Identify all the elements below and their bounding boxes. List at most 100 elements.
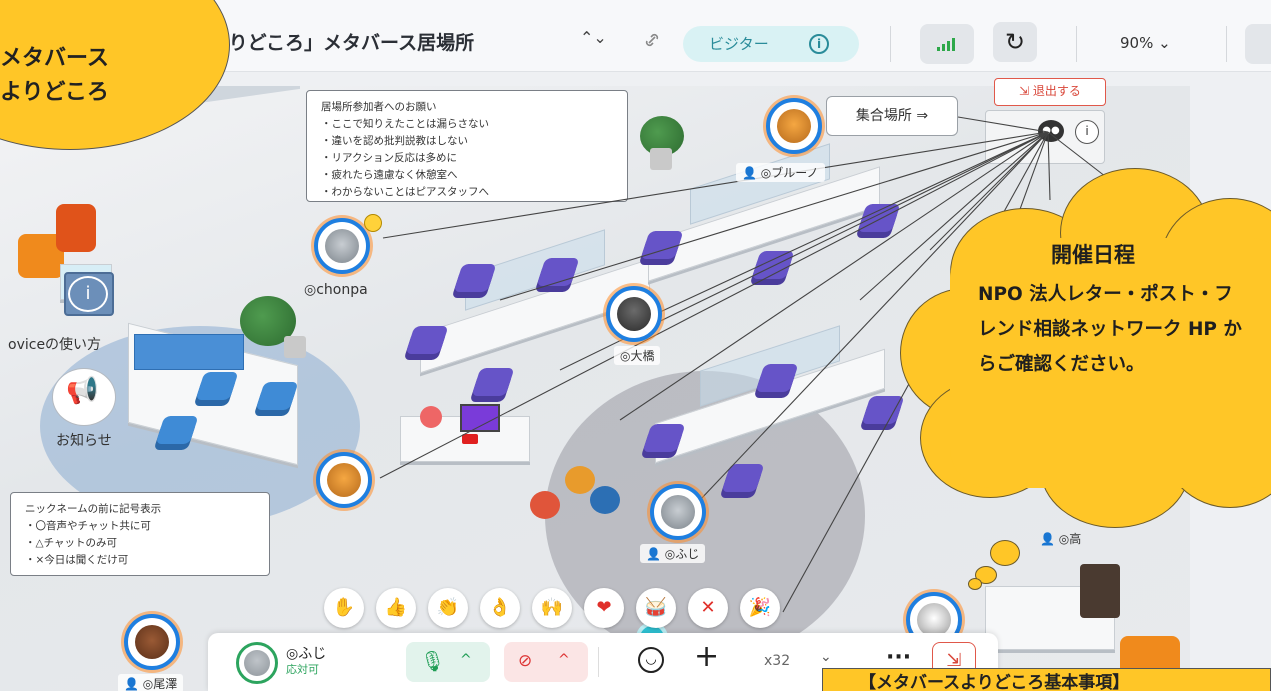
divider (1076, 26, 1077, 62)
info-icon[interactable]: i (1075, 120, 1099, 144)
rules-note-line: ・ここで知りえたことは漏らさない (321, 118, 489, 130)
announcement-label[interactable]: お知らせ (56, 430, 112, 450)
party-popper-reaction-button[interactable]: 🎉 (740, 588, 780, 628)
avatar-name[interactable]: ◎大橋 (614, 346, 661, 365)
visitor-badge[interactable]: ビジター i (683, 26, 859, 62)
basic-info-banner: 【メタバースよりどころ基本事項】 (822, 668, 1271, 691)
group-icon[interactable]: ●● (1038, 120, 1064, 142)
heart-reaction-button[interactable]: ❤ (584, 588, 624, 628)
room-switch-chevron-icon[interactable]: ⌃⌄ (580, 28, 607, 47)
drum-reaction-button[interactable]: 🥁 (636, 588, 676, 628)
stool (590, 486, 620, 514)
rules-note-line: ・違いを認め批判説教はしない (321, 135, 468, 147)
nickname-note-line: ニックネームの前に記号表示 (25, 503, 162, 515)
raise-hand-reaction-button[interactable]: ✋ (324, 588, 364, 628)
rules-note-line: ・リアクション反応は多めに (321, 152, 457, 164)
koala-avatar-icon (325, 229, 359, 263)
nickname-note-line: ・△チャットのみ可 (25, 537, 117, 549)
cloud-tail-bubble (968, 578, 982, 590)
meeting-point-label[interactable]: 集合場所 ⇒ (826, 96, 958, 136)
stool (530, 491, 560, 519)
microphone-toggle-button[interactable]: 🎙 ^ (406, 642, 490, 682)
celebrate-hands-reaction-button[interactable]: 🙌 (532, 588, 572, 628)
camera-off-icon: ⊘ (518, 651, 533, 671)
avatar-name[interactable]: 👤 ◎尾澤 (118, 674, 184, 691)
avatar[interactable] (650, 484, 706, 540)
schedule-body: NPO 法人レター・ポスト・フレンド相談ネットワーク HP からご確認ください。 (978, 284, 1242, 375)
clap-reaction-button[interactable]: 👏 (428, 588, 468, 628)
video-icon (462, 434, 478, 444)
camera-toggle-button[interactable]: ⊘ ^ (504, 642, 588, 682)
app-root: よりどころ」メタバース居場所 ⌃⌄ ビジター i ↻ 90% ⌄ i ovice… (0, 0, 1271, 691)
avatar-name-text: ◎尾澤 (142, 677, 178, 691)
rules-note-line: 居場所参加者へのお願い (321, 101, 437, 113)
exit-icon: ⇲ (1019, 84, 1033, 98)
sofa (56, 204, 96, 252)
nickname-legend-note: ニックネームの前に記号表示 ・〇音声やチャット共に可 ・△チャットのみ可 ・×今… (10, 492, 270, 576)
emoji-reaction-button[interactable]: ◡ (638, 647, 664, 673)
rules-note-line: ・疲れたら遠慮なく休憩室へ (321, 169, 458, 181)
mic-options-chevron[interactable]: ^ (460, 652, 472, 668)
photo-avatar-icon (617, 297, 651, 331)
thumbs-up-reaction-button[interactable]: 👍 (376, 588, 416, 628)
avatar[interactable] (124, 614, 180, 670)
info-icon[interactable]: i (809, 34, 829, 54)
ovice-guide-label[interactable]: oviceの使い方 (8, 334, 101, 354)
signal-bar-icon (937, 47, 940, 51)
exit-room-label: 退出する (1032, 84, 1081, 98)
divider (890, 26, 891, 62)
monitor (460, 404, 500, 432)
office-chair (1080, 564, 1120, 618)
planter-box (134, 334, 244, 370)
emoji-status-icon (364, 214, 382, 232)
schedule-text: 開催日程 NPO 法人レター・ポスト・フレンド相談ネットワーク HP からご確認… (978, 238, 1248, 382)
tiger-avatar-icon (777, 109, 811, 143)
speaker-count[interactable]: x32 (764, 653, 790, 669)
avatar-name[interactable]: 👤 ◎ブルーノ (736, 163, 825, 182)
deer-avatar-icon (135, 625, 169, 659)
toolbar-divider (598, 647, 599, 677)
avatar-name-text: ◎ふじ (664, 547, 700, 561)
add-button[interactable]: + (694, 639, 719, 674)
chevron-down-icon[interactable]: ⌄ (820, 649, 832, 665)
megaphone-icon: 📢 (66, 376, 99, 406)
avatar[interactable] (314, 218, 370, 274)
cross-reaction-button[interactable]: ✕ (688, 588, 728, 628)
my-avatar[interactable] (236, 642, 278, 684)
avatar-name-text: ◎ブルーノ (760, 166, 819, 180)
signal-bar-icon (947, 41, 950, 51)
plant-pot (284, 336, 306, 358)
schedule-cloud-callout: 開催日程 NPO 法人レター・ポスト・フレンド相談ネットワーク HP からご確認… (890, 168, 1271, 558)
connection-signal-button[interactable] (920, 24, 974, 64)
panda-avatar-icon (917, 603, 951, 637)
my-status[interactable]: 応対可 (286, 661, 319, 677)
avatar[interactable] (606, 286, 662, 342)
plant-pot (650, 148, 672, 170)
avatar[interactable] (766, 98, 822, 154)
exit-room-button[interactable]: ⇲ 退出する (994, 78, 1106, 106)
title-callout-text: メタバース よりどころ (0, 46, 109, 105)
cloud-tail-bubble (990, 540, 1020, 566)
ok-hand-reaction-button[interactable]: 👌 (480, 588, 520, 628)
avatar[interactable] (316, 452, 372, 508)
my-name: ◎ふじ (286, 646, 327, 662)
avatar-name[interactable]: 👤 ◎ふじ (640, 544, 706, 563)
right-menu-button[interactable] (1245, 24, 1271, 64)
koala-avatar-icon (244, 650, 270, 676)
nickname-note-line: ・×今日は聞くだけ可 (25, 554, 129, 566)
more-options-button[interactable]: ··· (886, 645, 911, 670)
stool (565, 466, 595, 494)
camera-options-chevron[interactable]: ^ (558, 652, 570, 668)
rules-note-line: ・わからないことはピアスタッフへ (321, 186, 489, 198)
zoom-select[interactable]: 90% ⌄ (1120, 34, 1171, 52)
koala-avatar-icon (661, 495, 695, 529)
info-icon: i (68, 276, 108, 312)
microphone-icon: 🎙 (420, 649, 446, 673)
nickname-note-line: ・〇音声やチャット共に可 (25, 520, 151, 532)
room-title: よりどころ」メタバース居場所 (210, 32, 475, 54)
reload-button[interactable]: ↻ (993, 22, 1037, 62)
rules-note: 居場所参加者へのお願い ・ここで知りえたことは漏らさない ・違いを認め批判説教は… (306, 90, 628, 202)
divider (1226, 26, 1227, 62)
link-icon[interactable] (640, 30, 664, 50)
avatar-name[interactable]: ◎chonpa (304, 282, 368, 298)
